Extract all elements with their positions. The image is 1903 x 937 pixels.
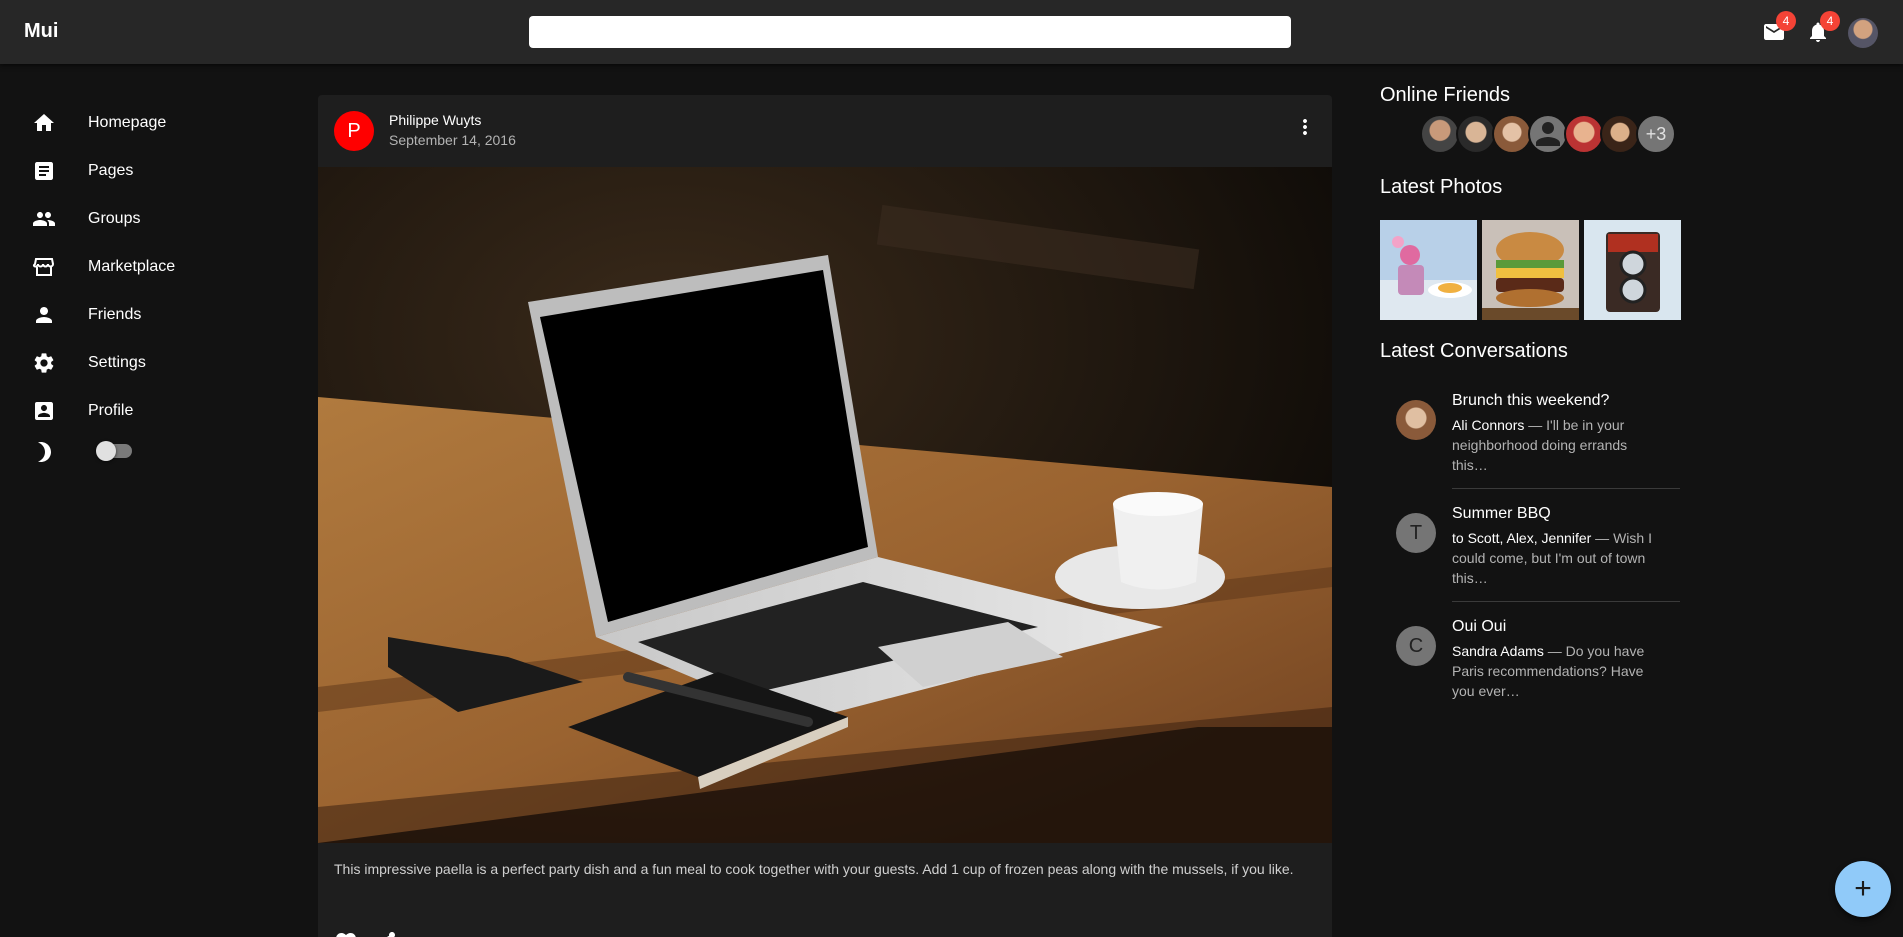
friend-avatar[interactable] xyxy=(1600,114,1640,154)
latest-photos-title: Latest Photos xyxy=(1380,176,1503,198)
conversation-avatar xyxy=(1396,400,1436,440)
post-text: This impressive paella is a perfect part… xyxy=(334,861,1294,877)
conversation-title: Brunch this weekend? xyxy=(1452,392,1610,409)
friend-avatar[interactable] xyxy=(1420,114,1460,154)
toggle-thumb xyxy=(96,441,116,461)
post-image xyxy=(318,167,1332,843)
sidebar-item-label: Pages xyxy=(88,162,134,179)
online-friends-title: Online Friends xyxy=(1380,84,1511,106)
add-button[interactable]: + xyxy=(1835,861,1891,917)
divider xyxy=(1452,488,1680,489)
photo-thumbnail[interactable] xyxy=(1482,220,1579,320)
share-icon[interactable] xyxy=(374,930,398,937)
sidebar-item-label: Marketplace xyxy=(88,258,176,275)
camera-photo xyxy=(1584,220,1681,320)
sidebar-item-label: Profile xyxy=(88,402,134,419)
friend-avatar[interactable] xyxy=(1528,114,1568,154)
conversation-item[interactable]: C Oui Oui Sandra Adams — Do you have Par… xyxy=(1380,618,1680,714)
burger-photo xyxy=(1482,220,1579,320)
gear-icon xyxy=(34,353,54,373)
friend-avatar[interactable] xyxy=(1564,114,1604,154)
sidebar-item-settings[interactable]: Settings xyxy=(0,339,300,387)
dark-mode-toggle[interactable] xyxy=(96,441,134,461)
conversation-snippet: Sandra Adams — Do you have Paris recomme… xyxy=(1452,641,1652,701)
conversation-title: Oui Oui xyxy=(1452,618,1507,635)
sidebar-item-profile[interactable]: Profile xyxy=(0,387,300,435)
sidebar-item-groups[interactable]: Groups xyxy=(0,195,300,243)
conversation-avatar: C xyxy=(1396,626,1436,666)
conversation-snippet: Ali Connors — I'll be in your neighborho… xyxy=(1452,415,1652,475)
sidebar-item-friends[interactable]: Friends xyxy=(0,291,300,339)
author-avatar: P xyxy=(334,111,374,151)
conversation-avatar: T xyxy=(1396,513,1436,553)
app-title[interactable]: Mui xyxy=(24,20,58,43)
person-icon xyxy=(1536,122,1560,146)
breakfast-photo xyxy=(1380,220,1477,320)
conversation-item[interactable]: T Summer BBQ to Scott, Alex, Jennifer — … xyxy=(1380,505,1680,601)
more-friends-count[interactable]: +3 xyxy=(1636,114,1676,154)
search-input[interactable] xyxy=(529,16,1291,48)
latest-conversations-title: Latest Conversations xyxy=(1380,340,1568,362)
mail-button[interactable]: 4 xyxy=(1762,11,1796,44)
app-bar: Mui 4 4 xyxy=(0,0,1903,64)
mail-badge: 4 xyxy=(1776,11,1796,31)
photo-thumbnail[interactable] xyxy=(1584,220,1681,320)
sidebar-item-marketplace[interactable]: Marketplace xyxy=(0,243,300,291)
sidebar-item-label: Settings xyxy=(88,354,146,371)
conversation-sender: Ali Connors xyxy=(1452,417,1525,433)
storefront-icon xyxy=(32,258,55,276)
photo-thumbnail[interactable] xyxy=(1380,220,1477,320)
person-icon xyxy=(36,307,52,323)
conversation-sender: to Scott, Alex, Jennifer xyxy=(1452,530,1592,546)
sidebar-item-pages[interactable]: Pages xyxy=(0,147,300,195)
post-date: September 14, 2016 xyxy=(389,132,516,148)
article-icon xyxy=(35,162,53,180)
home-icon xyxy=(34,114,54,131)
conversation-sender: Sandra Adams xyxy=(1452,643,1544,659)
sidebar-item-label: Groups xyxy=(88,210,141,227)
divider xyxy=(1452,601,1680,602)
moon-icon xyxy=(38,442,51,462)
conversation-title: Summer BBQ xyxy=(1452,505,1551,522)
conversation-item[interactable]: Brunch this weekend? Ali Connors — I'll … xyxy=(1380,392,1680,488)
group-icon xyxy=(33,212,55,226)
friend-avatar[interactable] xyxy=(1492,114,1532,154)
notifications-button[interactable]: 4 xyxy=(1806,11,1840,44)
sidebar-item-label: Homepage xyxy=(88,114,167,131)
favorite-icon[interactable] xyxy=(334,930,358,937)
friend-avatar[interactable] xyxy=(1456,114,1496,154)
post-author: Philippe Wuyts xyxy=(389,112,482,128)
account-box-icon xyxy=(35,402,53,420)
user-avatar[interactable] xyxy=(1848,18,1878,48)
sidebar-item-homepage[interactable]: Homepage xyxy=(0,99,300,147)
notifications-badge: 4 xyxy=(1820,11,1840,31)
post-card: P Philippe Wuyts September 14, 2016 This… xyxy=(318,95,1332,937)
sidebar-item-label: Friends xyxy=(88,306,142,323)
more-vert-icon[interactable] xyxy=(1293,115,1317,139)
conversation-snippet: to Scott, Alex, Jennifer — Wish I could … xyxy=(1452,528,1652,588)
